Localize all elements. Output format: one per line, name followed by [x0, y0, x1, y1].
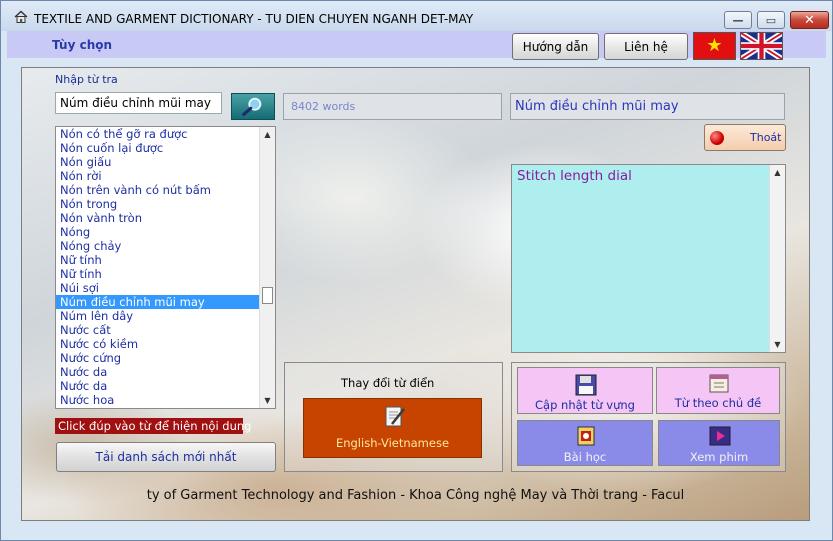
magnifier-icon: [242, 97, 262, 116]
word-list-item[interactable]: Nón trong: [56, 197, 260, 211]
word-list-item[interactable]: Nước có kiềm: [56, 337, 260, 351]
word-list-item[interactable]: Nữ tính: [56, 253, 260, 267]
maximize-icon: ▭: [765, 13, 777, 27]
word-list[interactable]: Nón có thể gỡ ra được Nón cuốn lại được Nó…: [55, 126, 276, 409]
scroll-thumb[interactable]: [262, 287, 273, 305]
floppy-disk-icon: [575, 374, 597, 396]
window-title: TEXTILE AND GARMENT DICTIONARY - TU DIEN…: [34, 12, 474, 26]
calendar-icon: [709, 374, 729, 393]
exit-button[interactable]: Thoát: [704, 124, 786, 151]
word-list-item[interactable]: Nón vành tròn: [56, 211, 260, 225]
close-icon: ✕: [804, 12, 815, 28]
update-vocab-label: Cập nhật từ vựng: [535, 398, 635, 412]
word-list-item[interactable]: Nón giấu: [56, 155, 260, 169]
watch-movies-button[interactable]: Xem phim: [658, 420, 780, 466]
word-list-item[interactable]: Nữ tính: [56, 267, 260, 281]
word-count: 8402 words: [283, 93, 502, 120]
word-list-item[interactable]: Nón trên vành có nút bấm: [56, 183, 260, 197]
play-video-icon: [709, 426, 731, 446]
topic-words-button[interactable]: Từ theo chủ đề: [656, 367, 780, 414]
word-list-item[interactable]: Nóng chảy: [56, 239, 260, 253]
topic-words-label: Từ theo chủ đề: [674, 396, 762, 410]
scroll-down-icon[interactable]: ▼: [770, 337, 785, 352]
main-panel: Nhập từ tra 8402 words Núm điều chỉnh mũ…: [21, 67, 810, 521]
home-icon: [14, 10, 28, 23]
word-list-item[interactable]: Nón có thể gỡ ra được: [56, 127, 260, 141]
word-list-item[interactable]: Nước cất: [56, 323, 260, 337]
dictionary-mode-label: English-Vietnamese: [335, 436, 450, 450]
exit-label: Thoát: [750, 131, 782, 144]
search-button[interactable]: [231, 93, 275, 120]
word-list-items: Nón có thể gỡ ra được Nón cuốn lại được Nó…: [56, 127, 260, 407]
meaning-box[interactable]: Stitch length dial ▲ ▼: [511, 164, 786, 353]
word-list-item[interactable]: Nước cứng: [56, 351, 260, 365]
dictionary-toggle-button[interactable]: English-Vietnamese: [303, 398, 482, 458]
word-list-item[interactable]: Nước da: [56, 365, 260, 379]
scroll-down-icon[interactable]: ▼: [260, 393, 275, 408]
word-list-item[interactable]: Núm điều chỉnh mũi may: [56, 295, 260, 309]
options-menu[interactable]: Tùy chọn: [52, 38, 112, 52]
word-list-item[interactable]: Núm lên dây: [56, 309, 260, 323]
word-list-item[interactable]: Nước da: [56, 379, 260, 393]
change-dictionary-label: Thay đổi từ điển: [341, 376, 435, 390]
footer-marquee: ty of Garment Technology and Fashion - K…: [146, 488, 685, 503]
guide-button[interactable]: Hướng dẫn: [512, 33, 599, 60]
word-list-item[interactable]: Nón cuốn lại được: [56, 141, 260, 155]
maximize-button[interactable]: ▭: [757, 11, 785, 29]
double-click-hint: Click đúp vào từ để hiện nội dung: [55, 418, 251, 434]
word-list-scrollbar[interactable]: ▲ ▼: [259, 127, 275, 408]
lessons-label: Bài học: [563, 450, 607, 464]
app-window: TEXTILE AND GARMENT DICTIONARY - TU DIEN…: [0, 0, 833, 541]
uk-flag-icon[interactable]: [740, 32, 783, 60]
title-bar[interactable]: TEXTILE AND GARMENT DICTIONARY - TU DIEN…: [1, 1, 832, 31]
minimize-button[interactable]: —: [724, 11, 752, 29]
meaning-scrollbar[interactable]: ▲ ▼: [769, 165, 785, 352]
word-list-item[interactable]: Núi sợi: [56, 281, 260, 295]
vietnam-flag-icon[interactable]: ★: [693, 32, 736, 60]
word-list-item[interactable]: Nước hoa: [56, 393, 260, 407]
scroll-up-icon[interactable]: ▲: [260, 127, 275, 142]
watch-movies-label: Xem phim: [689, 450, 749, 464]
red-dot-icon: [710, 131, 724, 145]
word-list-item[interactable]: Nóng: [56, 225, 260, 239]
meaning-text: Stitch length dial: [517, 168, 632, 184]
selected-word-display: Núm điều chỉnh mũi may: [510, 93, 785, 120]
search-input[interactable]: [55, 92, 222, 114]
search-label: Nhập từ tra: [55, 73, 118, 86]
word-list-item[interactable]: Nón rời: [56, 169, 260, 183]
lessons-button[interactable]: Bài học: [517, 420, 653, 466]
update-vocab-button[interactable]: Cập nhật từ vựng: [517, 367, 653, 414]
contact-button[interactable]: Liên hệ: [604, 33, 688, 60]
notepad-pencil-icon: [385, 406, 405, 427]
minimize-icon: —: [732, 13, 744, 27]
reload-list-button[interactable]: Tải danh sách mới nhất: [56, 442, 276, 472]
close-button[interactable]: ✕: [790, 11, 829, 29]
lesson-book-icon: [577, 426, 595, 446]
scroll-up-icon[interactable]: ▲: [770, 165, 785, 180]
